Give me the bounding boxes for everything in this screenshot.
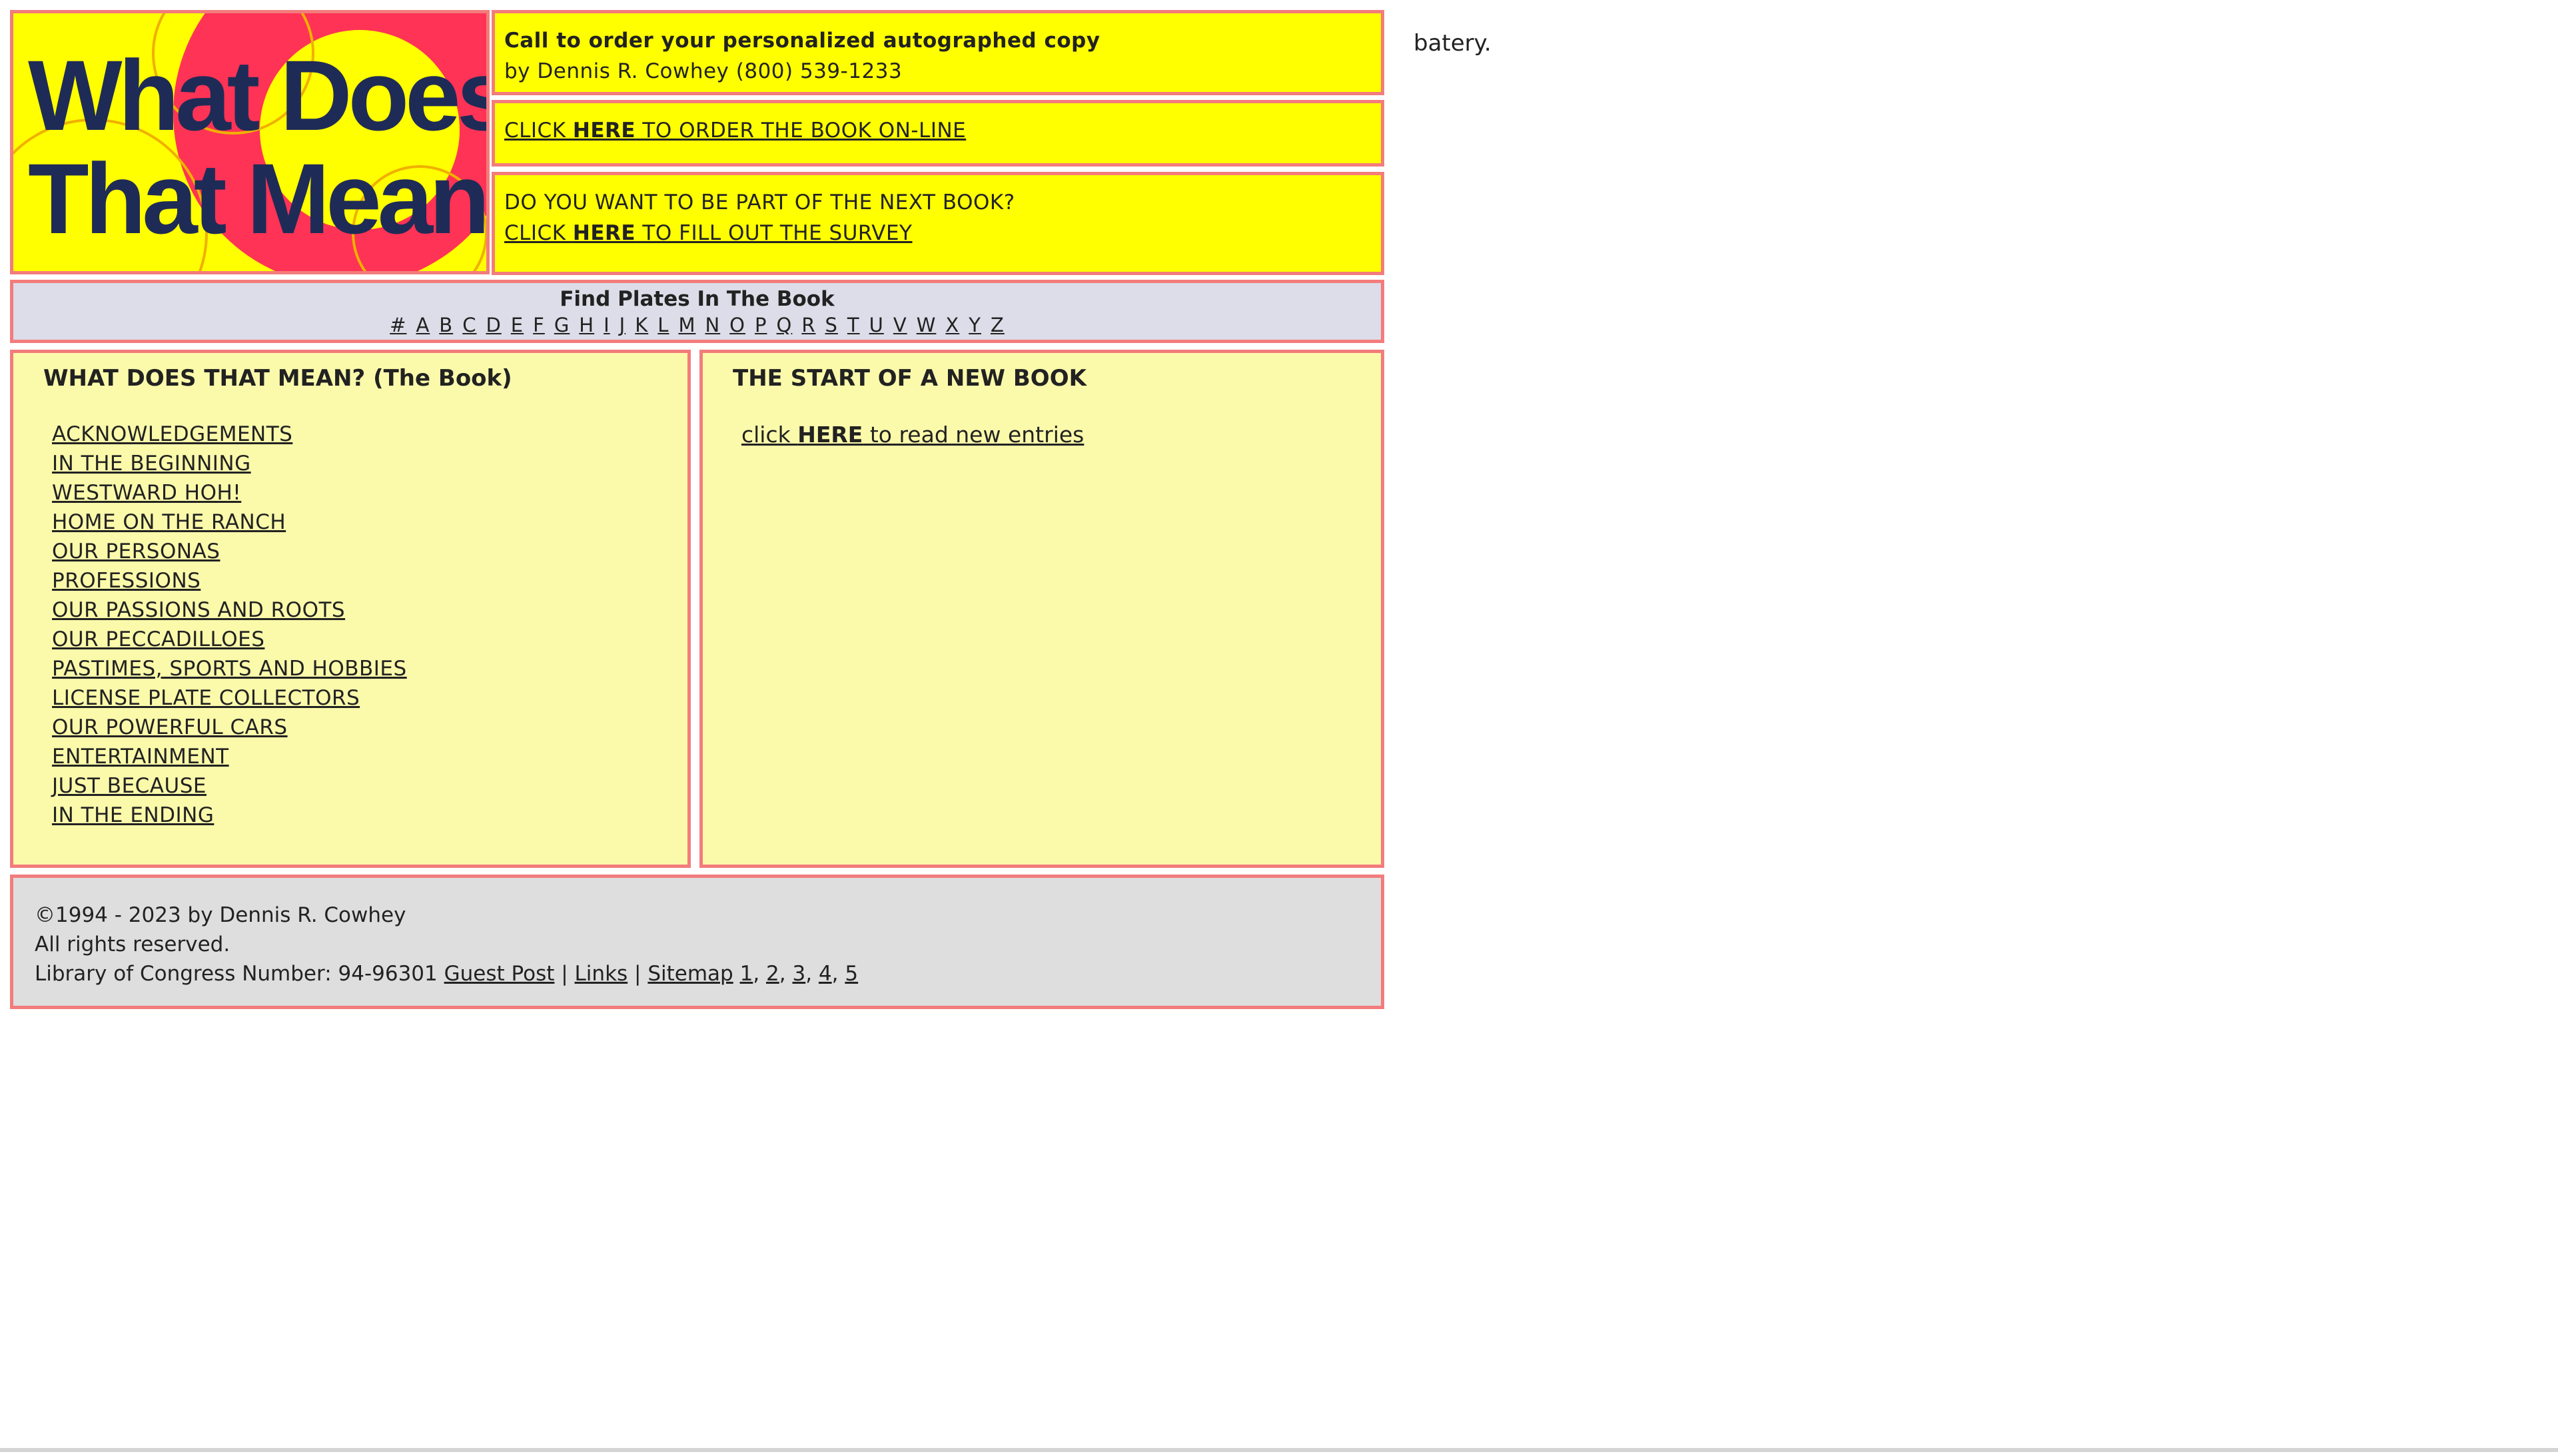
loc-number: Library of Congress Number: 94-96301	[35, 962, 444, 986]
chapter-link[interactable]: WESTWARD HOH!	[52, 481, 241, 505]
chapter-item: OUR PERSONAS	[52, 537, 407, 566]
letter-link-c[interactable]: C	[462, 314, 476, 336]
letter-link-i[interactable]: I	[604, 314, 610, 336]
survey-question: DO YOU WANT TO BE PART OF THE NEXT BOOK?	[504, 190, 1015, 214]
footer-links-line: Library of Congress Number: 94-96301 Gue…	[35, 962, 859, 986]
letter-link-hash[interactable]: #	[390, 314, 406, 336]
letter-link-l[interactable]: L	[657, 314, 669, 336]
chapter-link[interactable]: OUR PECCADILLOES	[52, 627, 264, 651]
letter-link-m[interactable]: M	[678, 314, 695, 336]
sitemap-page-link[interactable]: 2	[766, 962, 779, 986]
chapter-link[interactable]: HOME ON THE RANCH	[52, 510, 286, 534]
chapter-link[interactable]: ENTERTAINMENT	[52, 745, 229, 769]
chapter-item: ACKNOWLEDGEMENTS	[52, 420, 407, 449]
side-note: batery.	[1414, 30, 1492, 57]
book-title: WHAT DOES THAT MEAN? (The Book)	[43, 365, 512, 392]
letter-link-q[interactable]: Q	[777, 314, 793, 336]
chapter-item: JUST BECAUSE	[52, 771, 407, 801]
chapter-link[interactable]: IN THE ENDING	[52, 803, 214, 827]
letter-link-r[interactable]: R	[801, 314, 815, 336]
letter-link-t[interactable]: T	[847, 314, 860, 336]
call-text: Call to order your personalized autograp…	[504, 29, 1100, 53]
letter-link-k[interactable]: K	[635, 314, 648, 336]
letter-link-v[interactable]: V	[893, 314, 907, 336]
logo-line-1: What Does	[28, 39, 486, 151]
logo-line-2: That Mean	[28, 143, 486, 254]
find-plates-bar: Find Plates In The Book # A B C D E F G H I J K L M N O…	[10, 280, 1384, 343]
sitemap-link[interactable]: Sitemap	[647, 962, 733, 986]
letter-link-y[interactable]: Y	[969, 314, 981, 336]
chapter-link[interactable]: ACKNOWLEDGEMENTS	[52, 422, 292, 446]
chapter-item: HOME ON THE RANCH	[52, 508, 407, 537]
letter-link-a[interactable]: A	[416, 314, 430, 336]
sitemap-page-link[interactable]: 3	[792, 962, 805, 986]
guest-post-link[interactable]: Guest Post	[444, 962, 555, 986]
letter-link-d[interactable]: D	[486, 314, 501, 336]
copyright-text: ©1994 - 2023 by Dennis R. Cowhey	[35, 903, 406, 927]
survey-box: DO YOU WANT TO BE PART OF THE NEXT BOOK?…	[492, 172, 1384, 275]
logo-graphic: What Does That Mean	[13, 13, 486, 271]
letter-link-u[interactable]: U	[869, 314, 884, 336]
call-subtext: by Dennis R. Cowhey (800) 539-1233	[504, 59, 903, 83]
chapter-item: WESTWARD HOH!	[52, 478, 407, 508]
chapter-item: PASTIMES, SPORTS AND HOBBIES	[52, 654, 407, 683]
links-link[interactable]: Links	[575, 962, 628, 986]
site-logo[interactable]: What Does That Mean	[10, 10, 490, 274]
chapter-link[interactable]: JUST BECAUSE	[52, 774, 207, 798]
letter-link-b[interactable]: B	[439, 314, 453, 336]
page: What Does That Mean Call to order your p…	[0, 0, 2558, 1456]
chapter-item: OUR PASSIONS AND ROOTS	[52, 595, 407, 625]
chapter-link[interactable]: OUR POWERFUL CARS	[52, 715, 288, 739]
letter-link-g[interactable]: G	[554, 314, 570, 336]
chapter-item: ENTERTAINMENT	[52, 742, 407, 771]
order-online-link[interactable]: CLICK HERE TO ORDER THE BOOK ON-LINE	[504, 119, 966, 143]
letter-link-h[interactable]: H	[579, 314, 594, 336]
letter-link-n[interactable]: N	[705, 314, 720, 336]
chapter-item: IN THE ENDING	[52, 801, 407, 830]
chapter-link[interactable]: LICENSE PLATE COLLECTORS	[52, 686, 360, 710]
chapter-item: PROFESSIONS	[52, 566, 407, 595]
order-online-box: CLICK HERE TO ORDER THE BOOK ON-LINE	[492, 100, 1384, 167]
bottom-divider	[0, 1448, 2558, 1452]
sitemap-page-link[interactable]: 5	[845, 962, 858, 986]
new-book-pane: THE START OF A NEW BOOK click HERE to re…	[699, 350, 1384, 868]
chapter-item: IN THE BEGINNING	[52, 449, 407, 478]
chapter-link[interactable]: OUR PERSONAS	[52, 540, 220, 563]
call-to-order-box: Call to order your personalized autograp…	[492, 10, 1384, 95]
sitemap-page-link[interactable]: 4	[819, 962, 832, 986]
chapter-link[interactable]: IN THE BEGINNING	[52, 452, 251, 476]
book-contents-pane: WHAT DOES THAT MEAN? (The Book) ACKNOWLE…	[10, 350, 691, 868]
letter-index: # A B C D E F G H I J K L M N O P Q R S T U V W X Y Z	[13, 314, 1381, 336]
chapter-link[interactable]: PROFESSIONS	[52, 569, 201, 593]
footer: ©1994 - 2023 by Dennis R. Cowhey All rig…	[10, 875, 1384, 1009]
letter-link-o[interactable]: O	[729, 314, 745, 336]
survey-link[interactable]: CLICK HERE TO FILL OUT THE SURVEY	[504, 221, 913, 245]
letter-link-p[interactable]: P	[755, 314, 767, 336]
sitemap-page-link[interactable]: 1	[740, 962, 753, 986]
find-plates-title: Find Plates In The Book	[560, 287, 835, 311]
letter-link-e[interactable]: E	[511, 314, 524, 336]
chapter-link[interactable]: PASTIMES, SPORTS AND HOBBIES	[52, 657, 407, 681]
letter-link-s[interactable]: S	[825, 314, 837, 336]
letter-link-x[interactable]: X	[945, 314, 959, 336]
rights-text: All rights reserved.	[35, 932, 230, 956]
letter-link-f[interactable]: F	[533, 314, 545, 336]
letter-link-w[interactable]: W	[917, 314, 937, 336]
sitemap-pages: 1, 2, 3, 4, 5	[739, 962, 859, 986]
chapter-item: OUR PECCADILLOES	[52, 625, 407, 654]
new-entries-link[interactable]: click HERE to read new entries	[741, 422, 1084, 448]
letter-link-z[interactable]: Z	[991, 314, 1005, 336]
new-book-title: THE START OF A NEW BOOK	[733, 365, 1086, 392]
chapter-item: LICENSE PLATE COLLECTORS	[52, 683, 407, 713]
chapter-item: OUR POWERFUL CARS	[52, 713, 407, 742]
chapter-link[interactable]: OUR PASSIONS AND ROOTS	[52, 598, 345, 622]
letter-link-j[interactable]: J	[620, 314, 626, 336]
book-chapter-list: ACKNOWLEDGEMENTS IN THE BEGINNING WESTWARD…	[52, 420, 407, 830]
